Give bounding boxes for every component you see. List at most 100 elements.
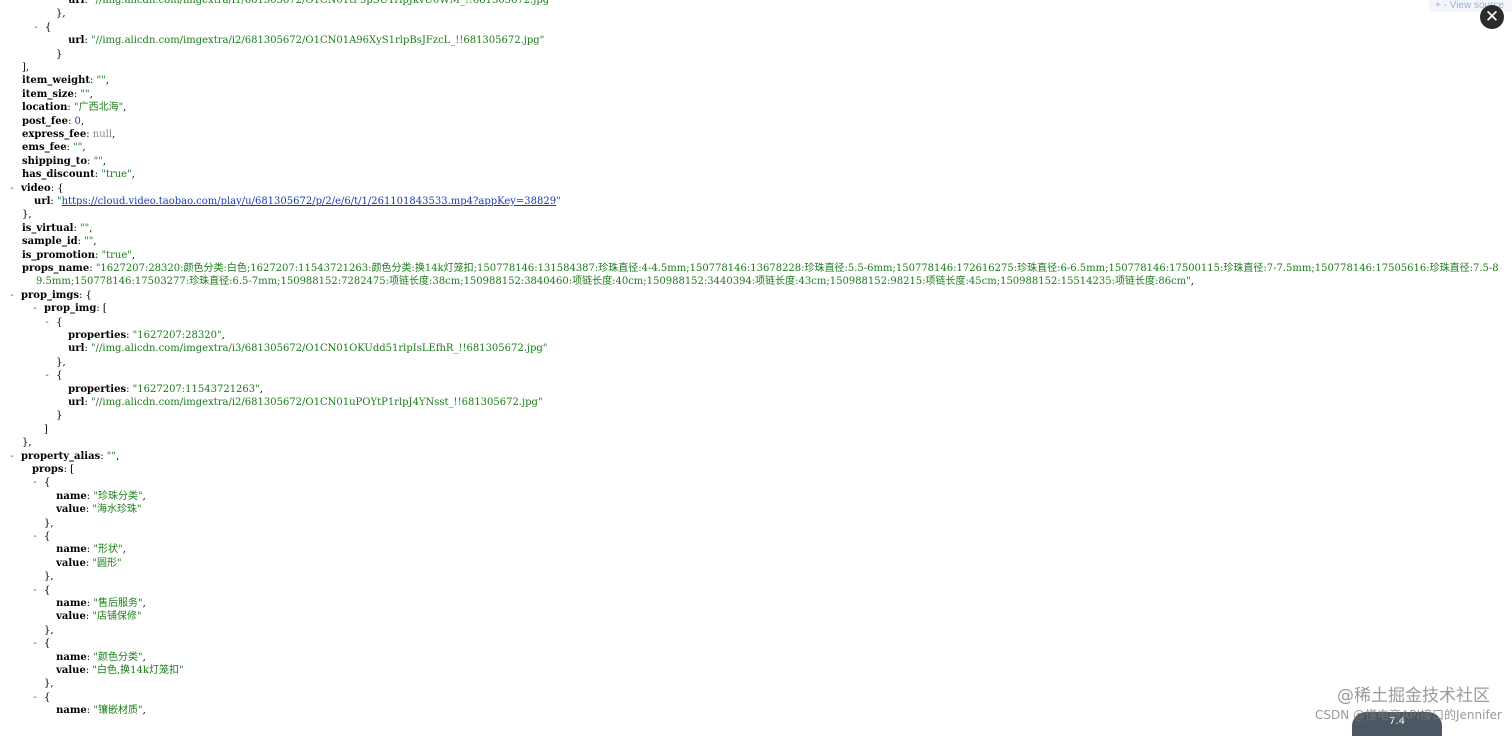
json-line: - prop_imgs: { xyxy=(9,289,1512,302)
json-line: }, xyxy=(32,517,1512,530)
json-punctuation: { xyxy=(44,691,51,703)
json-punctuation: { xyxy=(45,21,52,33)
json-punctuation: , xyxy=(80,115,85,127)
collapse-toggle-icon[interactable] xyxy=(44,8,56,19)
json-key: value xyxy=(56,557,86,569)
json-string-value: "1627207:28320" xyxy=(132,330,222,341)
collapse-toggle-icon[interactable]: - xyxy=(32,692,44,703)
json-string-value: "1627207:28320:颜色分类:白色;1627207:115437212… xyxy=(95,263,1499,274)
json-key: url xyxy=(34,196,51,207)
json-punctuation: , xyxy=(221,330,225,341)
json-line: props: [ xyxy=(32,463,1512,476)
video-url-link[interactable]: https://cloud.video.taobao.com/play/u/68… xyxy=(62,196,557,207)
collapse-toggle-icon[interactable]: - xyxy=(9,290,21,301)
collapse-toggle-icon[interactable] xyxy=(32,598,56,609)
json-line: sample_id: "", xyxy=(22,235,1512,248)
collapse-toggle-icon[interactable] xyxy=(44,0,68,6)
collapse-toggle-icon[interactable]: - xyxy=(33,22,45,33)
json-line: - { xyxy=(32,691,1512,704)
collapse-toggle-icon[interactable] xyxy=(32,330,68,341)
collapse-toggle-icon[interactable]: - xyxy=(32,585,44,596)
json-line: properties: "1627207:28320", xyxy=(32,329,1512,342)
json-punctuation: , xyxy=(82,142,86,154)
json-line: - { xyxy=(32,584,1512,597)
collapse-toggle-icon[interactable] xyxy=(44,35,68,46)
json-line: value: "店铺保修" xyxy=(32,610,1512,623)
collapse-toggle-icon[interactable] xyxy=(44,49,56,60)
json-punctuation: { xyxy=(44,638,51,650)
collapse-toggle-icon[interactable] xyxy=(32,678,44,689)
json-line: value: "白色,换14k灯笼扣" xyxy=(32,664,1512,677)
json-line: item_weight: "", xyxy=(22,74,1512,87)
json-key: ems_fee xyxy=(22,142,67,154)
collapse-toggle-icon[interactable] xyxy=(32,397,68,408)
json-line: location: "广西北海", xyxy=(22,101,1512,114)
json-line: }, xyxy=(32,570,1512,583)
json-punctuation: , xyxy=(259,383,263,395)
collapse-toggle-icon[interactable] xyxy=(32,518,44,529)
json-key: shipping_to xyxy=(22,155,88,167)
json-key: properties xyxy=(68,383,127,395)
json-line: }, xyxy=(44,7,1512,20)
json-line: name: "售后服务", xyxy=(32,597,1512,610)
collapse-toggle-icon[interactable] xyxy=(32,424,44,435)
json-line: url: "//img.alicdn.com/imgextra/i2/68130… xyxy=(32,396,1512,409)
collapse-toggle-icon[interactable] xyxy=(32,343,68,354)
json-key: value xyxy=(56,665,86,676)
json-line: ems_fee: "", xyxy=(22,141,1512,154)
json-line: - { xyxy=(32,316,1512,329)
json-line: }, xyxy=(32,624,1512,637)
json-string-value: "店铺保修" xyxy=(92,611,142,623)
json-line: - { xyxy=(32,369,1512,382)
collapse-toggle-icon[interactable] xyxy=(32,652,56,663)
close-icon[interactable]: ✕ xyxy=(1480,5,1504,29)
collapse-toggle-icon[interactable]: - xyxy=(32,317,56,328)
collapse-toggle-icon[interactable] xyxy=(22,196,34,207)
json-line: value: "海水珍珠" xyxy=(32,503,1512,516)
collapse-toggle-icon[interactable] xyxy=(32,611,56,622)
collapse-toggle-icon[interactable]: - xyxy=(32,638,44,649)
json-key: props xyxy=(32,464,64,475)
collapse-toggle-icon[interactable] xyxy=(32,544,56,555)
collapse-toggle-icon[interactable]: - xyxy=(9,451,21,462)
json-string-value: "镶嵌材质" xyxy=(93,705,143,717)
json-line: shipping_to: "", xyxy=(22,155,1512,168)
collapse-toggle-icon[interactable] xyxy=(32,558,56,569)
json-punctuation: }, xyxy=(22,437,32,449)
json-string-value: "//img.alicdn.com/imgextra/i3/681305672/… xyxy=(91,343,548,355)
collapse-toggle-icon[interactable] xyxy=(32,491,56,502)
json-string-value: "true" xyxy=(101,249,132,261)
json-line: props_name: "1627207:28320:颜色分类:白色;16272… xyxy=(22,262,1512,275)
collapse-toggle-icon[interactable] xyxy=(32,571,44,582)
json-string-value: "//img.alicdn.com/imgextra/i1/681305672/… xyxy=(91,0,554,6)
collapse-toggle-icon[interactable] xyxy=(32,625,44,636)
collapse-toggle-icon[interactable]: - xyxy=(32,477,44,488)
json-punctuation: } xyxy=(56,410,63,422)
json-key: value xyxy=(56,504,86,516)
collapse-toggle-icon[interactable] xyxy=(32,410,56,421)
collapse-toggle-icon[interactable] xyxy=(32,504,56,515)
json-key: name xyxy=(56,544,87,556)
json-line: } xyxy=(44,48,1512,61)
json-line: is_virtual: "", xyxy=(22,222,1512,235)
collapse-toggle-icon[interactable]: - xyxy=(32,303,44,314)
json-punctuation: , xyxy=(93,236,97,248)
json-string-value: "true" xyxy=(101,169,132,181)
json-line: }, xyxy=(22,208,1512,221)
json-line: - property_alias: "", xyxy=(9,450,1512,463)
collapse-toggle-icon[interactable]: - xyxy=(9,183,21,194)
collapse-toggle-icon[interactable] xyxy=(32,357,56,368)
json-punctuation: , xyxy=(123,102,127,114)
json-string-value: "" xyxy=(80,222,90,234)
json-key: name xyxy=(56,705,87,717)
collapse-toggle-icon[interactable]: - xyxy=(32,370,56,381)
collapse-toggle-icon[interactable]: - xyxy=(32,531,44,542)
json-punctuation: , xyxy=(115,450,120,462)
json-line: express_fee: null, xyxy=(22,128,1512,141)
collapse-toggle-icon[interactable] xyxy=(32,705,56,716)
json-line: - { xyxy=(32,637,1512,650)
collapse-toggle-icon[interactable] xyxy=(32,665,56,676)
json-key: name xyxy=(56,651,87,663)
json-line: properties: "1627207:11543721263", xyxy=(32,383,1512,396)
collapse-toggle-icon[interactable] xyxy=(32,384,68,395)
